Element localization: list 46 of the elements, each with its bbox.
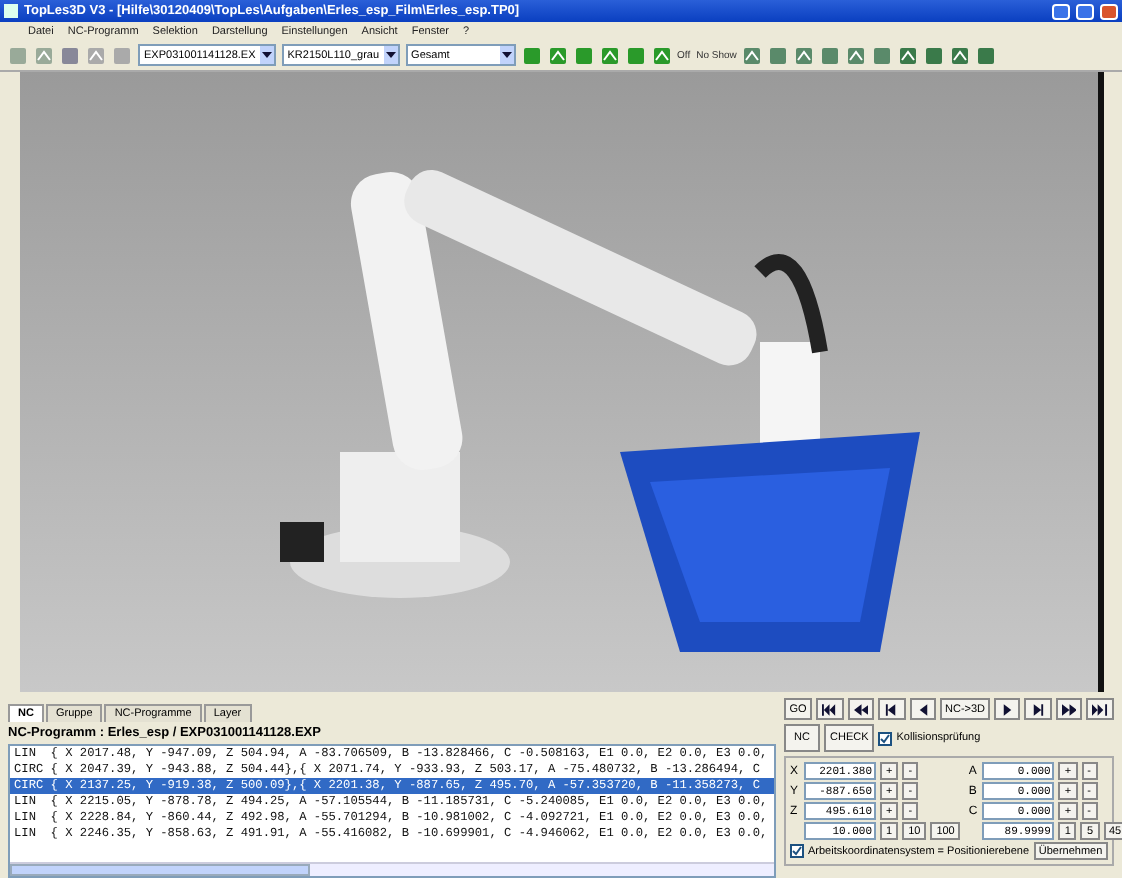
toolbar-icon[interactable] — [742, 45, 763, 65]
checkbox[interactable] — [878, 731, 893, 745]
playback-button[interactable] — [1055, 698, 1083, 720]
playback-button[interactable] — [847, 698, 875, 720]
toolbar-icon[interactable] — [547, 45, 568, 65]
toolbar-icon[interactable] — [521, 45, 542, 65]
app-icon — [4, 4, 18, 18]
toolbar-icon[interactable] — [651, 45, 672, 65]
toolbar-icon[interactable] — [924, 45, 945, 65]
toolbar-icon[interactable] — [86, 45, 106, 65]
close-button[interactable] — [1100, 3, 1118, 19]
checkbox[interactable] — [790, 844, 804, 858]
horizontal-scrollbar[interactable] — [10, 862, 774, 876]
maximize-button[interactable] — [1076, 3, 1094, 19]
toolbar-icon[interactable] — [872, 45, 893, 65]
dropdown-arrow-icon — [385, 52, 396, 58]
playback-button[interactable] — [1086, 698, 1114, 720]
playback-button[interactable] — [993, 698, 1021, 720]
toolbar-icon[interactable] — [794, 45, 815, 65]
toolbar-icon[interactable] — [898, 45, 919, 65]
toolbar-icon[interactable] — [976, 45, 997, 65]
toolbar-icon[interactable] — [34, 45, 54, 65]
playback-icon — [1061, 703, 1077, 715]
playback-button[interactable] — [1024, 698, 1052, 720]
toolbar-icon[interactable] — [60, 45, 80, 65]
dropdown-arrow-icon — [501, 52, 512, 58]
playback-button[interactable] — [816, 698, 844, 720]
toolbar-icon[interactable] — [820, 45, 841, 65]
playback-icon — [1030, 703, 1046, 715]
toolbar-icon[interactable] — [846, 45, 867, 65]
toolbar-icon[interactable] — [599, 45, 620, 65]
playback-icon — [915, 703, 931, 715]
playback-icon — [999, 703, 1015, 715]
toolbar-icon[interactable] — [950, 45, 971, 65]
toolbar-icon[interactable] — [573, 45, 594, 65]
toolbar-icon[interactable] — [625, 45, 646, 65]
dropdown-arrow-icon — [261, 52, 272, 58]
toolbar-icon[interactable] — [768, 45, 789, 65]
playback-button[interactable] — [909, 698, 937, 720]
minimize-button[interactable] — [1052, 3, 1070, 19]
3d-viewport[interactable] — [20, 72, 1104, 692]
playback-button[interactable] — [878, 698, 906, 720]
playback-icon — [1092, 703, 1108, 715]
playback-icon — [884, 703, 900, 715]
playback-icon — [853, 703, 869, 715]
playback-icon — [822, 703, 838, 715]
